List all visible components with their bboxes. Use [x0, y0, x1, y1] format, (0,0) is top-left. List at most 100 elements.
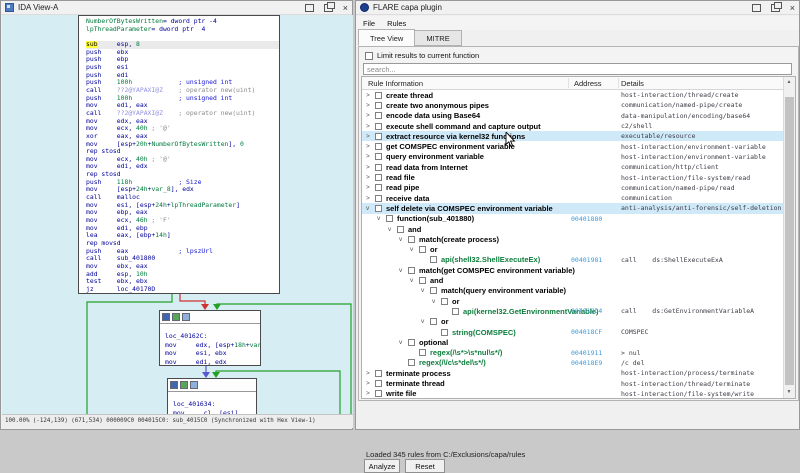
block-header-icon[interactable]	[170, 381, 178, 389]
rule-checkbox[interactable]	[375, 369, 382, 377]
rule-checkbox[interactable]	[375, 122, 382, 130]
column-address[interactable]: Address	[574, 79, 602, 88]
rule-checkbox[interactable]	[375, 194, 382, 202]
expander-icon[interactable]: >	[366, 174, 375, 181]
expander-icon[interactable]: v	[421, 318, 430, 325]
expander-icon[interactable]: >	[366, 123, 375, 130]
rule-row[interactable]: v or	[362, 245, 786, 255]
rule-row[interactable]: v match(get COMSPEC environment variable)	[362, 265, 786, 275]
rule-checkbox[interactable]	[375, 143, 382, 151]
rule-checkbox[interactable]	[430, 287, 437, 295]
rule-row[interactable]: > create thread host-interaction/thread/cr…	[362, 90, 786, 100]
column-details[interactable]: Details	[621, 79, 644, 88]
rule-checkbox[interactable]	[452, 307, 459, 315]
expander-icon[interactable]: v	[377, 215, 386, 222]
rule-checkbox[interactable]	[419, 277, 426, 285]
expander-icon[interactable]: v	[432, 298, 441, 305]
rule-row[interactable]: string(COMSPEC) 004018CF COMSPEC	[362, 327, 786, 337]
expander-icon[interactable]: >	[366, 164, 375, 171]
rule-checkbox[interactable]	[419, 246, 426, 254]
block-header-icon[interactable]	[162, 313, 170, 321]
rule-row[interactable]: v and	[362, 275, 786, 285]
expander-icon[interactable]: >	[366, 153, 375, 160]
expander-icon[interactable]: v	[410, 277, 419, 284]
rule-checkbox[interactable]	[375, 153, 382, 161]
rule-checkbox[interactable]	[375, 112, 382, 120]
expander-icon[interactable]: v	[366, 205, 375, 212]
rule-row[interactable]: > terminate process host-interaction/proce…	[362, 368, 786, 378]
menu-file[interactable]: File	[363, 19, 375, 28]
rule-row[interactable]: > terminate thread host-interaction/thread…	[362, 378, 786, 388]
rule-row[interactable]: > encode data using Base64 data-manipulati…	[362, 111, 786, 121]
maximize-icon[interactable]	[751, 3, 761, 12]
rule-checkbox[interactable]	[375, 390, 382, 398]
column-rule-information[interactable]: Rule Information	[368, 79, 423, 88]
rule-row[interactable]: > extract resource via kernel32 functions…	[362, 131, 786, 142]
rule-checkbox[interactable]	[430, 318, 437, 326]
expander-icon[interactable]: >	[366, 102, 375, 109]
ida-titlebar[interactable]: IDA View-A ×	[1, 1, 352, 15]
rule-checkbox[interactable]	[408, 266, 415, 274]
expander-icon[interactable]: >	[366, 143, 375, 150]
rule-row[interactable]: > create two anonymous pipes communication…	[362, 100, 786, 110]
rule-checkbox[interactable]	[408, 359, 415, 367]
expander-icon[interactable]: >	[366, 184, 375, 191]
tab-mitre[interactable]: MITRE	[414, 30, 462, 46]
rule-checkbox[interactable]	[375, 163, 382, 171]
expander-icon[interactable]: >	[366, 370, 375, 377]
rule-row[interactable]: api(shell32.ShellExecuteEx) 00401981 call …	[362, 255, 786, 265]
reset-button[interactable]: Reset	[405, 459, 445, 473]
expander-icon[interactable]: v	[421, 287, 430, 294]
rule-row[interactable]: v and	[362, 224, 786, 234]
rule-checkbox[interactable]	[430, 256, 437, 264]
expander-icon[interactable]: >	[366, 133, 375, 140]
rule-row[interactable]: > read data from Internet communication/ht…	[362, 162, 786, 172]
rule-checkbox[interactable]	[397, 225, 404, 233]
scroll-down-icon[interactable]: ▼	[784, 387, 794, 398]
rule-checkbox[interactable]	[375, 204, 382, 212]
expander-icon[interactable]: >	[366, 92, 375, 99]
rule-row[interactable]: > receive data communication	[362, 193, 786, 203]
basic-block[interactable]: NumberOfBytesWritten= dword ptr -4 lpThre…	[78, 15, 280, 294]
block-header-icon[interactable]	[182, 313, 190, 321]
rule-checkbox[interactable]	[375, 101, 382, 109]
rule-row[interactable]: v function(sub_401880) 00401880	[362, 214, 786, 224]
rule-row[interactable]: api(kernel32.GetEnvironmentVariable) 0040…	[362, 306, 786, 316]
block-header-icon[interactable]	[172, 313, 180, 321]
float-window-icon[interactable]	[323, 1, 335, 12]
search-input[interactable]	[363, 63, 792, 75]
tree-header[interactable]: Rule Information ^ Address Details	[362, 77, 795, 90]
rule-row[interactable]: > query environment variable host-interact…	[362, 152, 786, 162]
rule-checkbox[interactable]	[441, 328, 448, 336]
rule-row[interactable]: v match(query environment variable)	[362, 286, 786, 296]
expander-icon[interactable]: >	[366, 112, 375, 119]
rule-checkbox[interactable]	[408, 338, 415, 346]
expander-icon[interactable]: >	[366, 380, 375, 387]
rule-row[interactable]: v or	[362, 296, 786, 306]
rule-row[interactable]: > write file host-interaction/file-system/…	[362, 389, 786, 398]
capa-titlebar[interactable]: FLARE capa plugin ×	[356, 1, 799, 15]
rule-checkbox[interactable]	[375, 132, 382, 140]
close-icon[interactable]: ×	[790, 3, 795, 12]
rule-row[interactable]: > read file host-interaction/file-system/r…	[362, 172, 786, 182]
rule-row[interactable]: regex(/\/c\s*del\s*/) 004018E9/c del	[362, 358, 786, 368]
rule-checkbox[interactable]	[375, 174, 382, 182]
rule-row[interactable]: v self delete via COMSPEC environment var…	[362, 203, 786, 214]
graph-canvas[interactable]: NumberOfBytesWritten= dword ptr -4 lpThre…	[2, 15, 353, 416]
tab-tree-view[interactable]: Tree View	[358, 29, 416, 46]
vertical-scrollbar[interactable]: ▲ ▼	[783, 77, 795, 398]
float-window-icon[interactable]	[770, 1, 782, 12]
block-header-icon[interactable]	[180, 381, 188, 389]
rule-checkbox[interactable]	[386, 215, 393, 223]
rule-row[interactable]: v match(create process)	[362, 234, 786, 244]
rule-checkbox[interactable]	[419, 349, 426, 357]
rule-row[interactable]: > get COMSPEC environment variable host-in…	[362, 142, 786, 152]
rule-checkbox[interactable]	[375, 380, 382, 388]
menu-rules[interactable]: Rules	[387, 19, 406, 28]
expander-icon[interactable]: v	[399, 236, 408, 243]
close-icon[interactable]: ×	[343, 3, 348, 12]
expander-icon[interactable]: v	[388, 226, 397, 233]
rule-row[interactable]: > read pipe communication/named-pipe/read	[362, 183, 786, 193]
rule-checkbox[interactable]	[408, 235, 415, 243]
analyze-button[interactable]: Analyze	[364, 459, 400, 473]
